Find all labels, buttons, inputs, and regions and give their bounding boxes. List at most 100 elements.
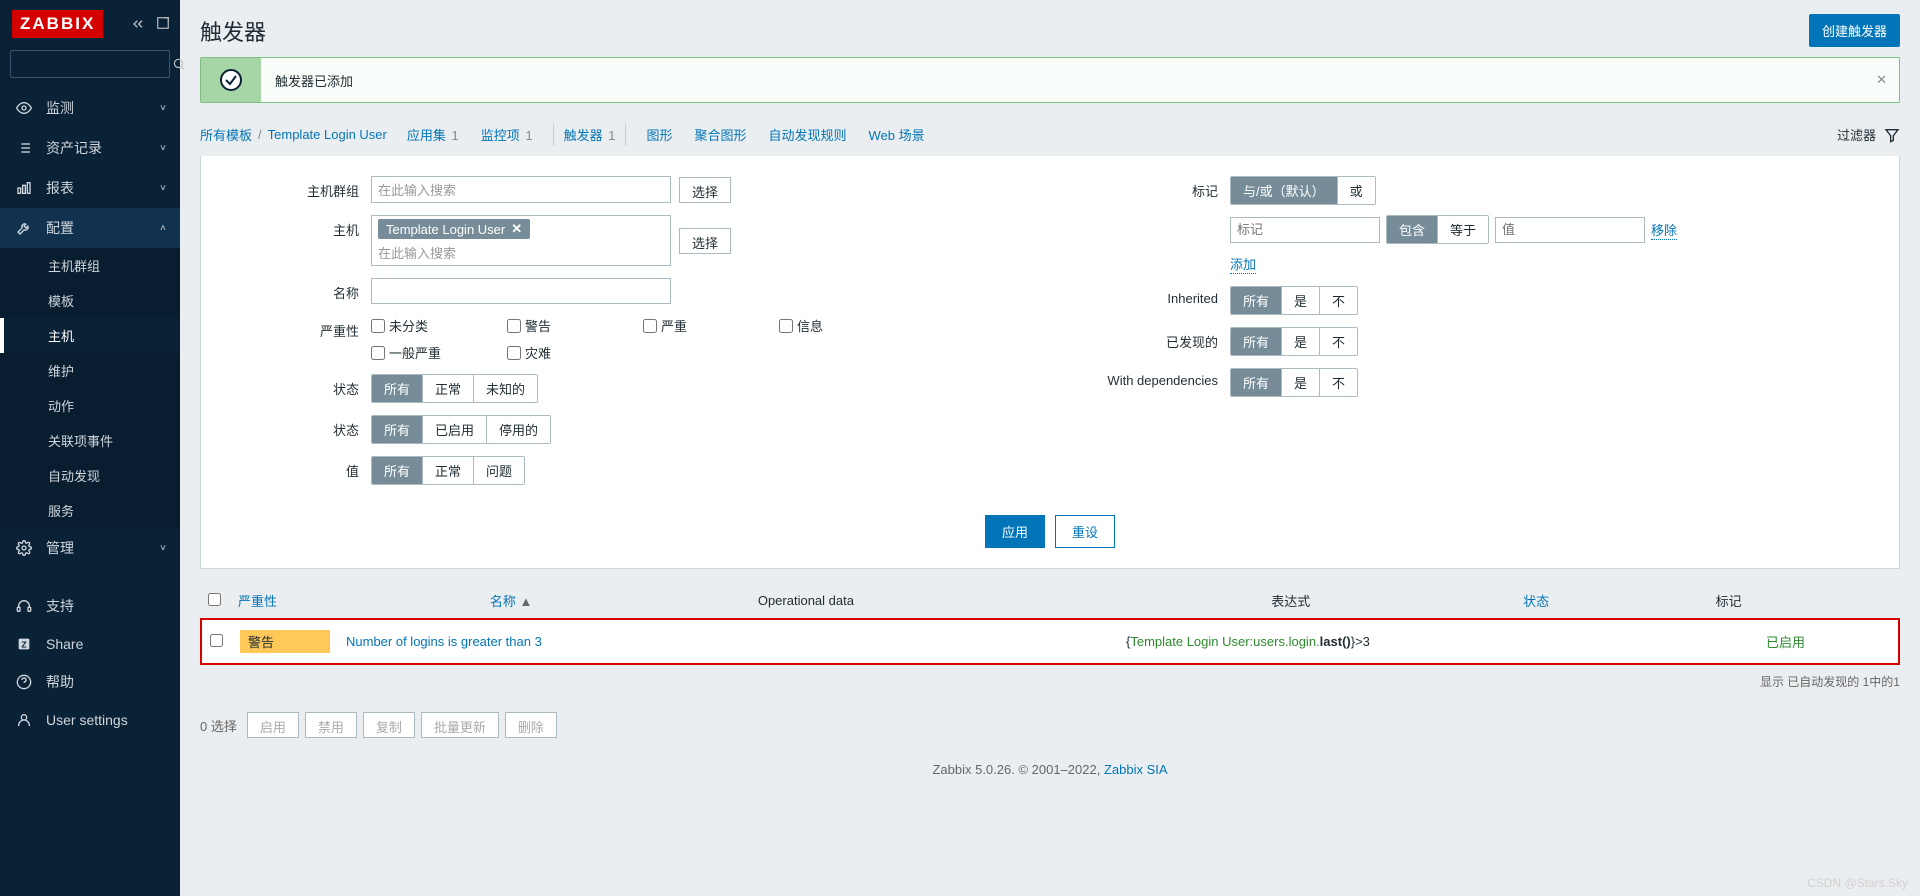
seg-deps-是[interactable]: 是 xyxy=(1282,369,1320,396)
tag-name-input[interactable] xyxy=(1230,217,1380,243)
close-icon[interactable]: ✕ xyxy=(1864,72,1899,88)
seg-value-正常[interactable]: 正常 xyxy=(423,457,474,484)
nav-资产记录[interactable]: 资产记录˅ xyxy=(0,128,180,168)
tag-value-input[interactable] xyxy=(1495,217,1645,243)
col-expr: 表达式 xyxy=(1263,583,1515,618)
nav-sub-模板[interactable]: 模板 xyxy=(0,283,180,318)
tab-监控项[interactable]: 监控项 1 xyxy=(479,123,535,146)
list-icon xyxy=(14,140,34,156)
nav-sub-主机群组[interactable]: 主机群组 xyxy=(0,248,180,283)
col-tags: 标记 xyxy=(1708,583,1900,618)
seg-value-所有[interactable]: 所有 xyxy=(372,457,423,484)
action-禁用[interactable]: 禁用 xyxy=(305,712,357,738)
footer-link[interactable]: Zabbix SIA xyxy=(1104,762,1168,777)
seg-disc-不[interactable]: 不 xyxy=(1320,328,1357,355)
nav-配置[interactable]: 配置˄ xyxy=(0,208,180,248)
create-trigger-button[interactable]: 创建触发器 xyxy=(1809,14,1900,47)
seg-state-正常[interactable]: 正常 xyxy=(423,375,474,402)
label-discovered: 已发现的 xyxy=(1080,327,1230,351)
col-severity[interactable]: 严重性 xyxy=(230,583,482,618)
nav-User settings[interactable]: User settings xyxy=(0,702,180,738)
eye-icon xyxy=(14,100,34,116)
tag-op-contains[interactable]: 包含 xyxy=(1387,216,1438,243)
seg-state-未知的[interactable]: 未知的 xyxy=(474,375,537,402)
tab-图形[interactable]: 图形 xyxy=(644,123,674,146)
nav-Share[interactable]: ZShare xyxy=(0,626,180,662)
severity-一般严重[interactable]: 一般严重 xyxy=(371,343,481,362)
seg-disc-是[interactable]: 是 xyxy=(1282,328,1320,355)
severity-信息[interactable]: 信息 xyxy=(779,316,889,335)
seg-deps-所有[interactable]: 所有 xyxy=(1231,369,1282,396)
chevrons-left-icon[interactable] xyxy=(130,16,146,32)
action-复制[interactable]: 复制 xyxy=(363,712,415,738)
search-box[interactable] xyxy=(10,50,170,78)
nav-sub-主机[interactable]: 主机 xyxy=(0,318,180,353)
expand-icon[interactable] xyxy=(156,16,170,32)
tag-add-link[interactable]: 添加 xyxy=(1230,254,1256,274)
name-input[interactable] xyxy=(371,278,671,304)
tab-自动发现规则[interactable]: 自动发现规则 xyxy=(766,123,848,146)
nav-帮助[interactable]: 帮助 xyxy=(0,662,180,702)
seg-tagmode-或[interactable]: 或 xyxy=(1338,177,1375,204)
nav-sub-维护[interactable]: 维护 xyxy=(0,353,180,388)
seg-status-所有[interactable]: 所有 xyxy=(372,416,423,443)
table-row: 警告Number of logins is greater than 3{Tem… xyxy=(202,620,1898,663)
nav-报表[interactable]: 报表˅ xyxy=(0,168,180,208)
action-删除[interactable]: 删除 xyxy=(505,712,557,738)
nav-监测[interactable]: 监测˅ xyxy=(0,88,180,128)
tag-remove-link[interactable]: 移除 xyxy=(1651,220,1677,240)
tab-Web 场景[interactable]: Web 场景 xyxy=(867,123,927,146)
seg-state-所有[interactable]: 所有 xyxy=(372,375,423,402)
reset-button[interactable]: 重设 xyxy=(1055,515,1115,548)
breadcrumb-sep: / xyxy=(258,127,262,142)
host-tag[interactable]: Template Login User✕ xyxy=(378,219,530,239)
tab-触发器[interactable]: 触发器 1 xyxy=(553,123,627,146)
col-status[interactable]: 状态 xyxy=(1515,583,1707,618)
filter-toggle[interactable]: 过滤器 xyxy=(1837,125,1900,144)
host-multiselect[interactable]: Template Login User✕ 在此输入搜索 xyxy=(371,215,671,266)
hostgroup-placeholder: 在此输入搜索 xyxy=(378,183,456,198)
nav-支持[interactable]: 支持 xyxy=(0,586,180,626)
tab-应用集[interactable]: 应用集 1 xyxy=(405,123,461,146)
hostgroup-select-button[interactable]: 选择 xyxy=(679,177,731,203)
status-link[interactable]: 已启用 xyxy=(1766,635,1805,650)
col-name[interactable]: 名称 ▲ xyxy=(482,583,750,618)
severity-灾难[interactable]: 灾难 xyxy=(507,343,617,362)
seg-inh-所有[interactable]: 所有 xyxy=(1231,287,1282,314)
nav-sub-服务[interactable]: 服务 xyxy=(0,493,180,528)
breadcrumb-root[interactable]: 所有模板 xyxy=(200,125,252,144)
breadcrumb-item[interactable]: Template Login User xyxy=(268,127,387,142)
action-启用[interactable]: 启用 xyxy=(247,712,299,738)
seg-inh-不[interactable]: 不 xyxy=(1320,287,1357,314)
severity-警告[interactable]: 警告 xyxy=(507,316,617,335)
filter-label: 过滤器 xyxy=(1837,125,1876,144)
remove-tag-icon[interactable]: ✕ xyxy=(511,221,522,237)
select-all-checkbox[interactable] xyxy=(208,593,221,606)
seg-tagmode-与/或（默认）[interactable]: 与/或（默认） xyxy=(1231,177,1338,204)
nav-sub-动作[interactable]: 动作 xyxy=(0,388,180,423)
nav-sub-自动发现[interactable]: 自动发现 xyxy=(0,458,180,493)
seg-inh-是[interactable]: 是 xyxy=(1282,287,1320,314)
seg-value-问题[interactable]: 问题 xyxy=(474,457,524,484)
search-icon[interactable] xyxy=(172,57,186,71)
apply-button[interactable]: 应用 xyxy=(985,515,1045,548)
severity-未分类[interactable]: 未分类 xyxy=(371,316,481,335)
search-input[interactable] xyxy=(17,57,172,71)
share-icon: Z xyxy=(14,636,34,652)
logo[interactable]: ZABBIX xyxy=(12,10,103,38)
tab-聚合图形[interactable]: 聚合图形 xyxy=(692,123,748,146)
hostgroup-multiselect[interactable]: 在此输入搜索 xyxy=(371,176,671,203)
trigger-name-link[interactable]: Number of logins is greater than 3 xyxy=(346,634,542,649)
host-select-button[interactable]: 选择 xyxy=(679,228,731,254)
seg-disc-所有[interactable]: 所有 xyxy=(1231,328,1282,355)
nav-管理[interactable]: 管理˅ xyxy=(0,528,180,568)
seg-status-已启用[interactable]: 已启用 xyxy=(423,416,487,443)
seg-deps-不[interactable]: 不 xyxy=(1320,369,1357,396)
row-checkbox[interactable] xyxy=(210,634,223,647)
action-批量更新[interactable]: 批量更新 xyxy=(421,712,499,738)
nav-sub-关联项事件[interactable]: 关联项事件 xyxy=(0,423,180,458)
seg-status-停用的[interactable]: 停用的 xyxy=(487,416,550,443)
label-hostgroup: 主机群组 xyxy=(241,176,371,200)
tag-op-equals[interactable]: 等于 xyxy=(1438,216,1488,243)
severity-严重[interactable]: 严重 xyxy=(643,316,753,335)
